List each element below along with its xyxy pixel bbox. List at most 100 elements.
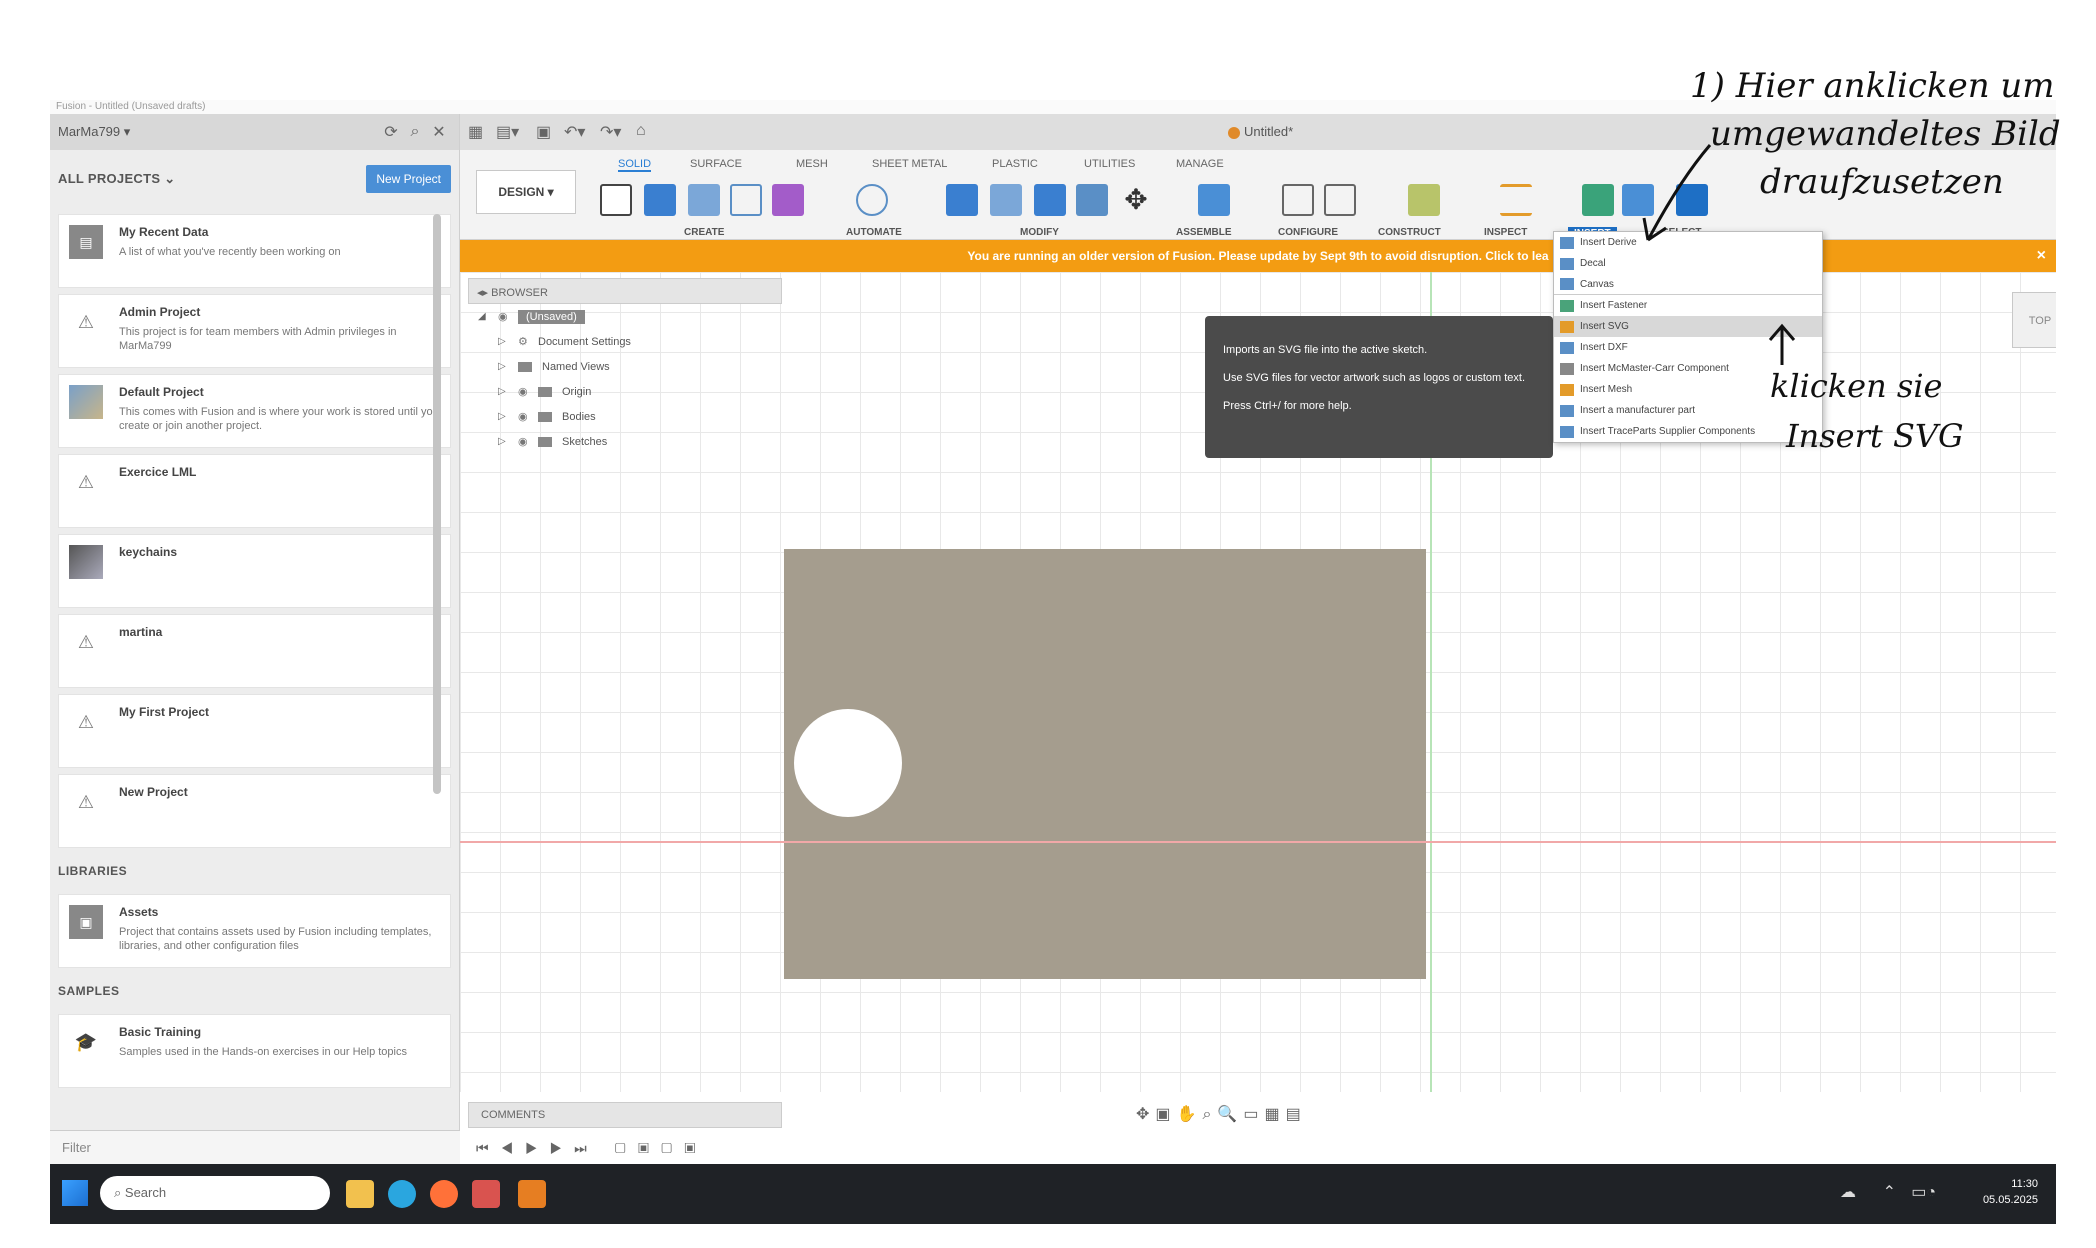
automate-icon[interactable] [856,184,888,216]
workspace-dropdown[interactable]: DESIGN ▾ [476,170,576,214]
browser-item[interactable]: ▷ ◉ Bodies [468,404,782,429]
construct-plane-icon[interactable] [1408,184,1440,216]
tab-solid[interactable]: SOLID [618,158,652,172]
project-card[interactable]: ⚠ Admin Project This project is for team … [58,294,451,368]
next-step-icon[interactable]: ▶ [550,1140,575,1156]
weather-icon[interactable]: ☁ [1840,1182,1856,1202]
home-icon[interactable]: ⌂ [636,122,646,140]
eye-icon[interactable]: ◉ [518,435,538,448]
save-icon[interactable]: ▣ [536,122,551,142]
move-icon[interactable]: ✥ [1120,184,1152,216]
all-projects-dropdown[interactable]: ALL PROJECTS ⌄ [58,171,175,187]
group-configure[interactable]: CONFIGURE [1278,227,1338,238]
zoom-window-icon[interactable]: ⌕ [1202,1106,1217,1123]
undo-icon[interactable]: ↶▾ [564,122,585,142]
insert-derive-icon[interactable] [1582,184,1614,216]
taskbar-clock[interactable]: 11:30 05.05.2025 [1983,1176,2038,1208]
menu-item-traceparts[interactable]: Insert TraceParts Supplier Components [1554,421,1822,442]
menu-item-decal[interactable]: Decal [1554,253,1822,274]
eye-icon[interactable]: ◉ [518,385,538,398]
expand-icon[interactable]: ▷ [498,411,518,422]
previous-step-icon[interactable]: ◀ [501,1140,526,1156]
form-icon[interactable] [772,184,804,216]
new-project-button[interactable]: New Project [366,165,451,193]
tab-mesh[interactable]: MESH [796,158,828,170]
browser-item[interactable]: ▷ ◉ Origin [468,379,782,404]
timeline-feature-icon[interactable]: ▢ [661,1140,684,1156]
project-card[interactable]: ▤ My Recent Data A list of what you've re… [58,214,451,288]
tray-chevron-icon[interactable]: ⌃ [1883,1182,1896,1202]
zoom-icon[interactable]: 🔍 [1217,1106,1243,1123]
project-card[interactable]: ⚠ Exercice LML [58,454,451,528]
eye-icon[interactable]: ◉ [518,410,538,423]
windows-start-icon[interactable] [62,1180,88,1206]
sample-card[interactable]: 🎓 Basic Training Samples used in the Hand… [58,1014,451,1088]
fusion-icon[interactable] [518,1180,546,1208]
group-inspect[interactable]: INSPECT [1484,227,1527,238]
taskbar-search[interactable]: ⌕ Search [100,1176,330,1210]
create-sketch-icon[interactable] [600,184,632,216]
viewcube[interactable]: TOP [2012,292,2056,348]
filter-input[interactable]: Filter [50,1130,460,1164]
press-pull-icon[interactable] [946,184,978,216]
grid-settings-icon[interactable]: ▦ [1264,1106,1285,1123]
project-card[interactable]: Default Project This comes with Fusion an… [58,374,451,448]
sketch-body[interactable] [784,549,1426,979]
revolve-icon[interactable] [688,184,720,216]
group-assemble[interactable]: ASSEMBLE [1176,227,1232,238]
project-card[interactable]: ⚠ My First Project [58,694,451,768]
project-card[interactable]: keychains [58,534,451,608]
project-card[interactable]: ⚠ martina [58,614,451,688]
browser-root[interactable]: ◢ ◉ (Unsaved) [468,304,782,329]
tab-manage[interactable]: MANAGE [1176,158,1224,170]
project-card[interactable]: ⚠ New Project [58,774,451,848]
group-create[interactable]: CREATE [684,227,724,238]
fillet-icon[interactable] [990,184,1022,216]
menu-item-insert-fastener[interactable]: Insert Fastener [1554,295,1822,316]
expand-icon[interactable]: ▷ [498,361,518,372]
play-icon[interactable]: ▶ [525,1140,550,1156]
menu-item-canvas[interactable]: Canvas [1554,274,1822,295]
group-modify[interactable]: MODIFY [1020,227,1059,238]
table-icon[interactable] [1324,184,1356,216]
grid-icon[interactable]: ▦ [468,122,483,142]
browser-header[interactable]: ◂▸ BROWSER [468,278,782,304]
collapse-icon[interactable]: ◢ [478,311,498,322]
redo-icon[interactable]: ↷▾ [600,122,621,142]
file-explorer-icon[interactable] [346,1180,374,1208]
display-settings-icon[interactable]: ▭ [1243,1106,1264,1123]
new-component-icon[interactable] [1198,184,1230,216]
tab-plastic[interactable]: PLASTIC [992,158,1038,170]
combine-icon[interactable] [1034,184,1066,216]
shell-icon[interactable] [1076,184,1108,216]
measure-icon[interactable] [1500,184,1532,216]
refresh-icon[interactable]: ⟳ [379,122,403,142]
project-icon[interactable] [730,184,762,216]
last-step-icon[interactable]: ⏭ [574,1140,599,1156]
library-card[interactable]: ▣ Assets Project that contains assets use… [58,894,451,968]
data-panel-scrollbar[interactable] [433,214,441,794]
extrude-icon[interactable] [644,184,676,216]
expand-icon[interactable]: ▷ [498,436,518,447]
viewports-icon[interactable]: ▤ [1286,1106,1307,1123]
browser-item[interactable]: ▷ ⚙ Document Settings [468,329,782,354]
expand-icon[interactable]: ▷ [498,336,518,347]
timeline-feature-icon[interactable]: ▢ [615,1140,638,1156]
browser-item[interactable]: ▷ Named Views [468,354,782,379]
close-icon[interactable]: ✕ [427,122,451,142]
eye-icon[interactable]: ◉ [498,310,518,323]
timeline-feature-icon[interactable]: ▣ [638,1140,661,1156]
group-construct[interactable]: CONSTRUCT [1378,227,1441,238]
tab-surface[interactable]: SURFACE [690,158,742,170]
user-menu[interactable]: MarMa799 ▾ [58,124,379,140]
search-icon[interactable]: ⌕ [403,123,427,141]
orbit-icon[interactable]: ✥ [1136,1106,1155,1123]
first-step-icon[interactable]: ⏮ [476,1140,501,1156]
look-at-icon[interactable]: ▣ [1155,1106,1176,1123]
configure-icon[interactable] [1282,184,1314,216]
tab-utilities[interactable]: UTILITIES [1084,158,1135,170]
firefox-icon[interactable] [430,1180,458,1208]
browser-item[interactable]: ▷ ◉ Sketches [468,429,782,454]
tab-sheet-metal[interactable]: SHEET METAL [872,158,947,170]
close-icon[interactable]: × [2037,240,2046,272]
